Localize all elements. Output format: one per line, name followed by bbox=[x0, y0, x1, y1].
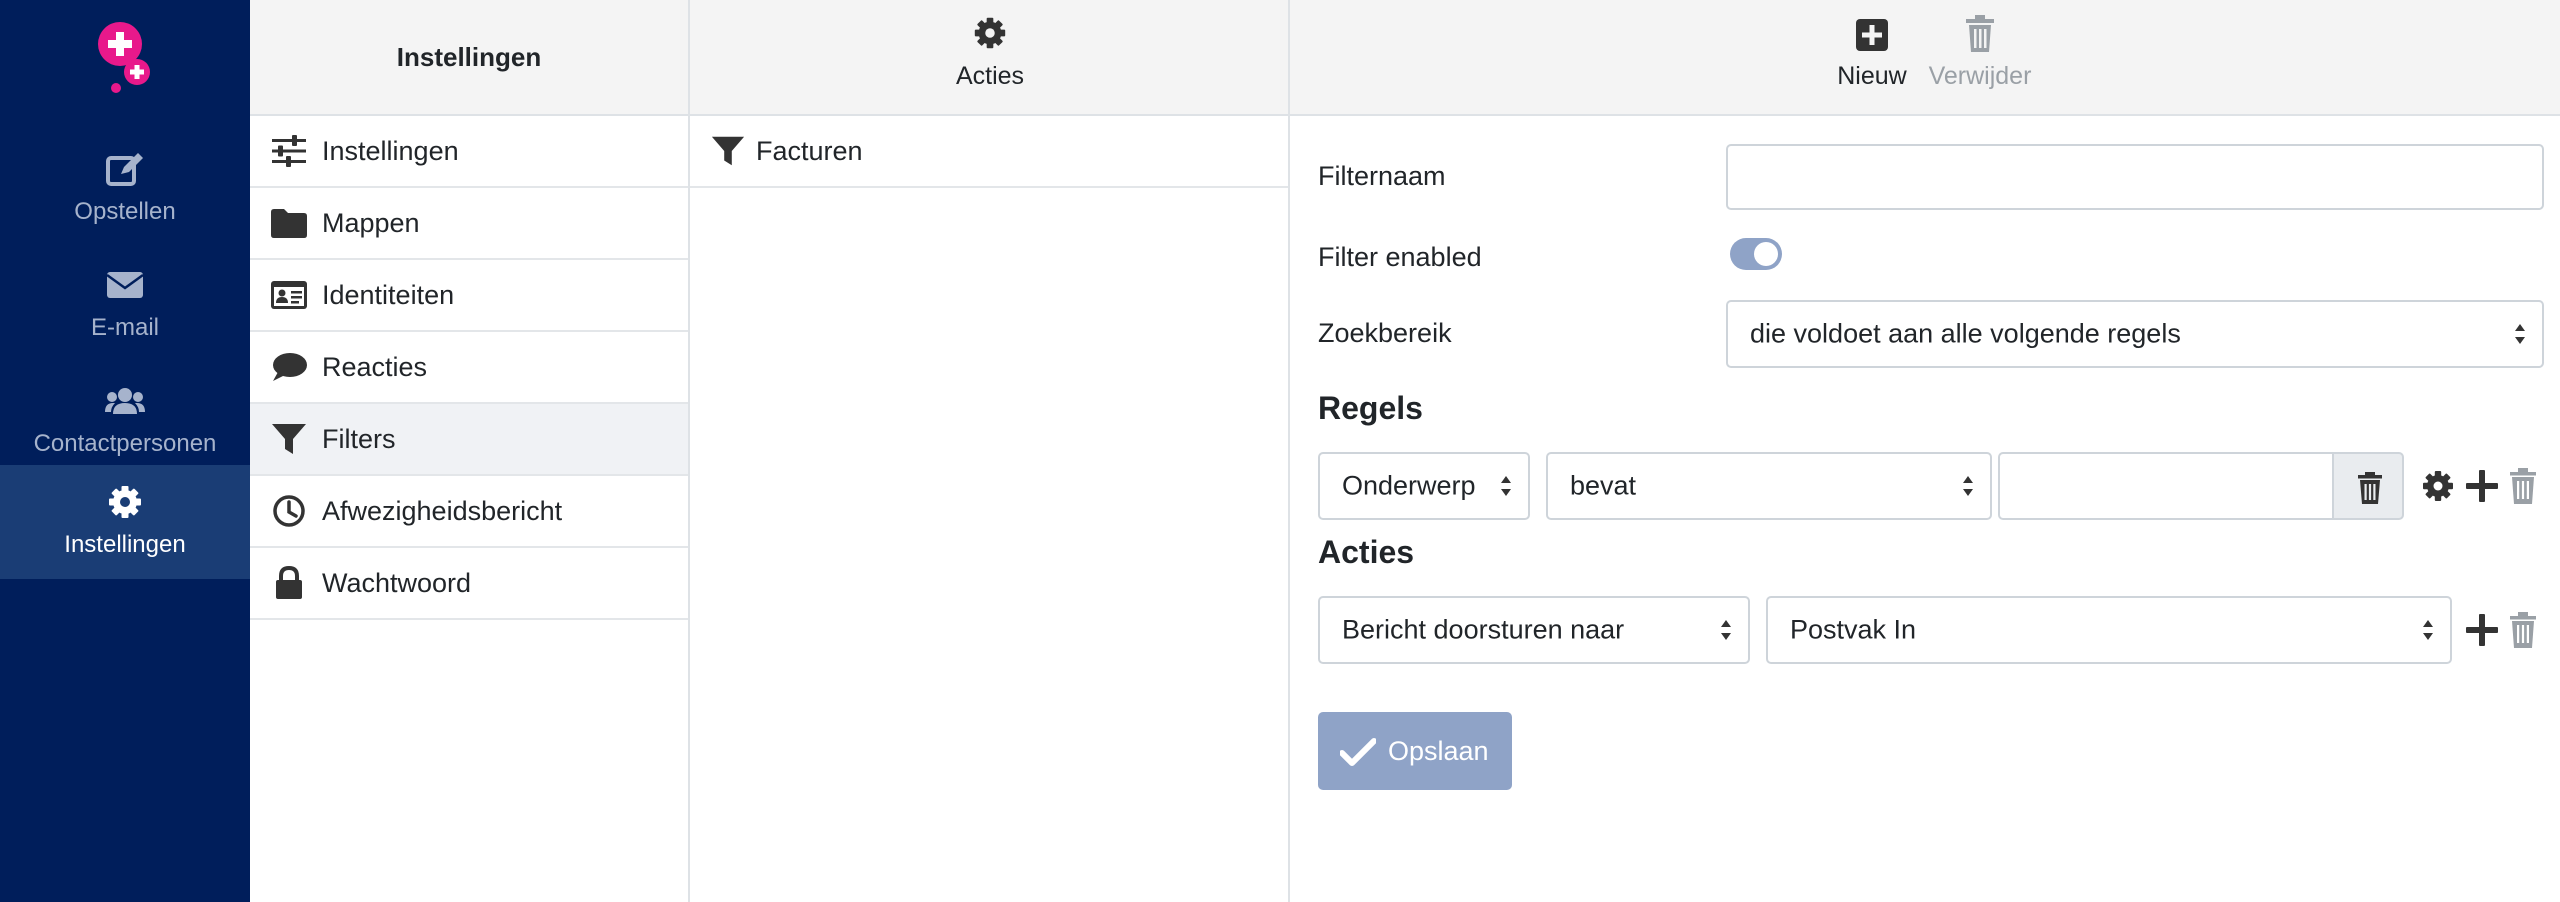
folder-icon bbox=[270, 206, 308, 240]
sliders-icon bbox=[270, 134, 308, 168]
delete-button[interactable]: Verwijder bbox=[1920, 14, 2040, 91]
select-arrows-icon bbox=[1721, 620, 1731, 640]
settings-column: Instellingen Instellingen Mappen Identit… bbox=[250, 0, 690, 902]
lock-icon bbox=[270, 566, 308, 600]
filter-enabled-toggle[interactable] bbox=[1730, 238, 1782, 270]
add-action-plus-icon[interactable] bbox=[2466, 614, 2498, 646]
remove-rule-trash-icon[interactable] bbox=[2508, 468, 2538, 504]
gear-icon bbox=[105, 483, 145, 521]
settings-header: Instellingen bbox=[250, 0, 688, 116]
nav-item-label: Opstellen bbox=[74, 198, 176, 225]
rule-operator-value: bevat bbox=[1570, 470, 1637, 501]
filter-name-input[interactable] bbox=[1726, 144, 2544, 210]
settings-item-label: Reacties bbox=[322, 352, 428, 382]
id-card-icon bbox=[270, 278, 308, 312]
users-icon bbox=[105, 382, 145, 420]
check-icon bbox=[1340, 738, 1376, 766]
filter-edit-toolbar: Nieuw Verwijder bbox=[1290, 0, 2560, 116]
nav-item-settings[interactable]: Instellingen bbox=[0, 465, 250, 579]
filter-edit-pane: Nieuw Verwijder Filternaam Filter enable… bbox=[1290, 0, 2560, 902]
rule-value-input[interactable] bbox=[1998, 452, 2334, 520]
nav-item-email[interactable]: E-mail bbox=[0, 248, 250, 362]
nav-item-label: E-mail bbox=[90, 314, 159, 341]
settings-item-reacties[interactable]: Reacties bbox=[250, 332, 688, 404]
clock-icon bbox=[270, 494, 308, 528]
rule-header-value: Onderwerp bbox=[1342, 470, 1476, 501]
trash-icon bbox=[2358, 472, 2382, 504]
settings-item-instellingen[interactable]: Instellingen bbox=[250, 116, 688, 188]
action-target-value: Postvak In bbox=[1790, 614, 1917, 645]
app-navigation: Opstellen E-mail Contactpersonen Instell… bbox=[0, 0, 250, 902]
rule-operator-select[interactable]: bevat bbox=[1546, 452, 1992, 520]
envelope-icon bbox=[105, 266, 145, 304]
save-button[interactable]: Opslaan bbox=[1318, 712, 1512, 790]
app-logo[interactable] bbox=[97, 22, 153, 100]
filter-sets-header: Acties bbox=[690, 0, 1288, 116]
settings-item-mappen[interactable]: Mappen bbox=[250, 188, 688, 260]
filter-enabled-label: Filter enabled bbox=[1318, 242, 1482, 272]
filter-sets-column: Acties Facturen bbox=[690, 0, 1290, 902]
scope-select[interactable]: die voldoet aan alle volgende regels bbox=[1726, 300, 2544, 368]
scope-label: Zoekbereik bbox=[1318, 318, 1452, 348]
settings-item-label: Instellingen bbox=[322, 136, 459, 166]
settings-title: Instellingen bbox=[396, 42, 542, 72]
settings-item-label: Mappen bbox=[322, 208, 420, 238]
select-arrows-icon bbox=[1963, 476, 1973, 496]
rule-advanced-gear-icon[interactable] bbox=[2420, 468, 2456, 504]
settings-item-label: Identiteiten bbox=[322, 280, 455, 310]
settings-item-label: Wachtwoord bbox=[322, 568, 472, 598]
nav-item-label: Contactpersonen bbox=[33, 430, 217, 457]
actions-title: Acties bbox=[1318, 534, 1415, 570]
settings-item-filters[interactable]: Filters bbox=[250, 404, 688, 476]
delete-button-label: Verwijder bbox=[1928, 62, 2032, 90]
settings-item-wachtwoord[interactable]: Wachtwoord bbox=[250, 548, 688, 620]
nav-item-contacts[interactable]: Contactpersonen bbox=[0, 364, 250, 478]
action-type-value: Bericht doorsturen naar bbox=[1342, 614, 1625, 645]
new-button-label: Nieuw bbox=[1837, 62, 1907, 90]
select-arrows-icon bbox=[1501, 476, 1511, 496]
save-button-label: Opslaan bbox=[1388, 736, 1489, 766]
rules-title: Regels bbox=[1318, 390, 1423, 426]
actions-button[interactable]: Acties bbox=[905, 14, 1075, 104]
settings-item-identiteiten[interactable]: Identiteiten bbox=[250, 260, 688, 332]
trash-icon bbox=[1966, 15, 1994, 52]
add-rule-plus-icon[interactable] bbox=[2466, 470, 2498, 502]
select-arrows-icon bbox=[2515, 324, 2525, 344]
select-arrows-icon bbox=[2423, 620, 2433, 640]
actions-button-label: Acties bbox=[955, 62, 1025, 90]
rule-clear-button[interactable] bbox=[2332, 452, 2404, 520]
gear-icon bbox=[974, 17, 1006, 49]
nav-item-label: Instellingen bbox=[64, 531, 186, 558]
compose-icon bbox=[105, 150, 145, 188]
plus-square-icon bbox=[1856, 19, 1888, 51]
settings-item-afwezigheidsbericht[interactable]: Afwezigheidsbericht bbox=[250, 476, 688, 548]
scope-value: die voldoet aan alle volgende regels bbox=[1750, 318, 2181, 349]
filter-icon bbox=[270, 422, 308, 456]
toggle-knob bbox=[1754, 242, 1778, 266]
comment-icon bbox=[270, 350, 308, 384]
remove-action-trash-icon[interactable] bbox=[2508, 612, 2538, 648]
action-target-select[interactable]: Postvak In bbox=[1766, 596, 2452, 664]
settings-item-label: Afwezigheidsbericht bbox=[322, 496, 563, 526]
filter-set-label: Facturen bbox=[756, 136, 863, 166]
settings-list: Instellingen Mappen Identiteiten Reactie… bbox=[250, 116, 688, 620]
settings-item-label: Filters bbox=[322, 424, 396, 454]
filter-icon bbox=[710, 134, 746, 168]
filter-name-label: Filternaam bbox=[1318, 161, 1446, 191]
rule-header-select[interactable]: Onderwerp bbox=[1318, 452, 1530, 520]
filter-set-item[interactable]: Facturen bbox=[690, 116, 1288, 188]
nav-item-compose[interactable]: Opstellen bbox=[0, 132, 250, 246]
new-button[interactable]: Nieuw bbox=[1822, 14, 1922, 91]
action-type-select[interactable]: Bericht doorsturen naar bbox=[1318, 596, 1750, 664]
